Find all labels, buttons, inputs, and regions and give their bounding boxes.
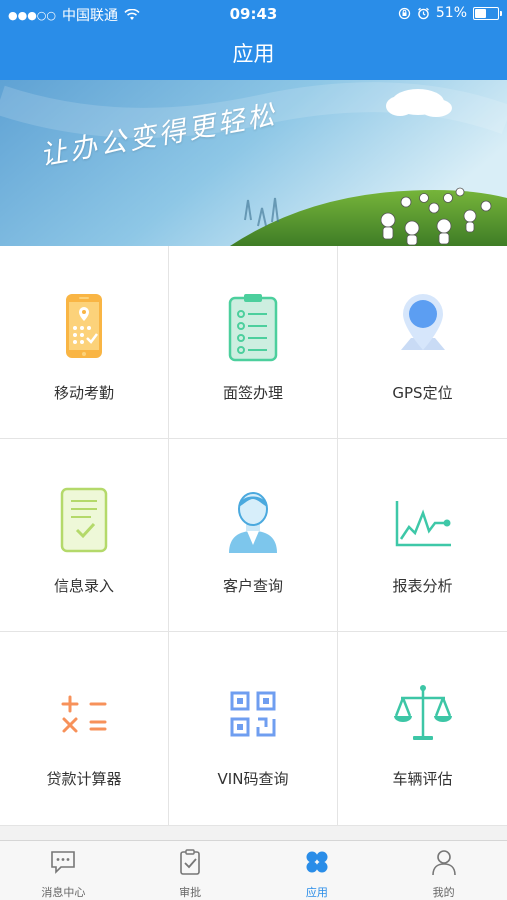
app-vehicle-assessment[interactable]: 车辆评估 — [338, 632, 507, 826]
promo-banner[interactable]: 让办公变得更轻松 — [0, 80, 507, 246]
calculator-symbols-icon — [61, 695, 107, 733]
battery-icon — [473, 6, 502, 20]
message-bubble-icon — [51, 851, 76, 874]
app-interview-signing[interactable]: 面签办理 — [169, 246, 338, 439]
tab-label: 我的 — [432, 886, 455, 899]
status-bar: ●●●○○ 中国联通 09:43 51% — [0, 0, 507, 28]
customer-person-icon — [229, 492, 277, 553]
battery-level — [475, 8, 486, 18]
app-grid: 移动考勤 面签办理 GPS定位 信息录入 客户查询 报表分析 贷款计算器 VIN… — [0, 246, 507, 826]
tab-message-center[interactable]: 消息中心 — [0, 841, 127, 900]
battery-percent: 51% — [435, 5, 467, 21]
tab-approval[interactable]: 审批 — [127, 841, 254, 900]
checklist-clipboard-icon — [228, 294, 278, 362]
app-label: 移动考勤 — [53, 384, 114, 402]
app-mobile-attendance[interactable]: 移动考勤 — [0, 246, 169, 439]
tab-bar: 消息中心 审批 应用 我的 — [0, 840, 507, 900]
location-pin-icon — [400, 294, 445, 350]
qr-code-icon — [230, 691, 276, 737]
user-profile-icon — [431, 850, 456, 876]
orientation-lock-icon — [398, 7, 411, 19]
mobile-attendance-icon — [66, 294, 102, 358]
app-label: VIN码查询 — [217, 770, 289, 788]
apps-grid-icon — [306, 851, 328, 873]
app-label: 面签办理 — [222, 384, 283, 402]
nav-bar: 应用 — [0, 28, 507, 80]
tab-applications[interactable]: 应用 — [254, 841, 381, 900]
alarm-clock-icon — [417, 7, 429, 19]
tab-profile[interactable]: 我的 — [380, 841, 507, 900]
line-chart-icon — [395, 501, 451, 547]
app-report-analysis[interactable]: 报表分析 — [338, 439, 507, 632]
app-info-entry[interactable]: 信息录入 — [0, 439, 169, 632]
tab-label: 应用 — [305, 886, 328, 899]
page-title: 应用 — [232, 42, 275, 66]
app-label: 车辆评估 — [392, 770, 453, 788]
app-label: GPS定位 — [392, 384, 453, 402]
app-label: 贷款计算器 — [46, 770, 122, 788]
balance-scale-icon — [393, 685, 452, 740]
tab-label: 审批 — [179, 886, 202, 899]
app-vin-query[interactable]: VIN码查询 — [169, 632, 338, 826]
app-label: 报表分析 — [392, 577, 453, 595]
tab-label: 消息中心 — [41, 886, 86, 899]
approval-clipboard-icon — [180, 849, 200, 875]
app-loan-calculator[interactable]: 贷款计算器 — [0, 632, 169, 826]
app-label: 信息录入 — [53, 577, 114, 595]
status-right: 51% — [398, 5, 502, 21]
app-gps-location[interactable]: GPS定位 — [338, 246, 507, 439]
app-customer-query[interactable]: 客户查询 — [169, 439, 338, 632]
document-check-icon — [60, 487, 108, 553]
app-label: 客户查询 — [222, 577, 283, 595]
